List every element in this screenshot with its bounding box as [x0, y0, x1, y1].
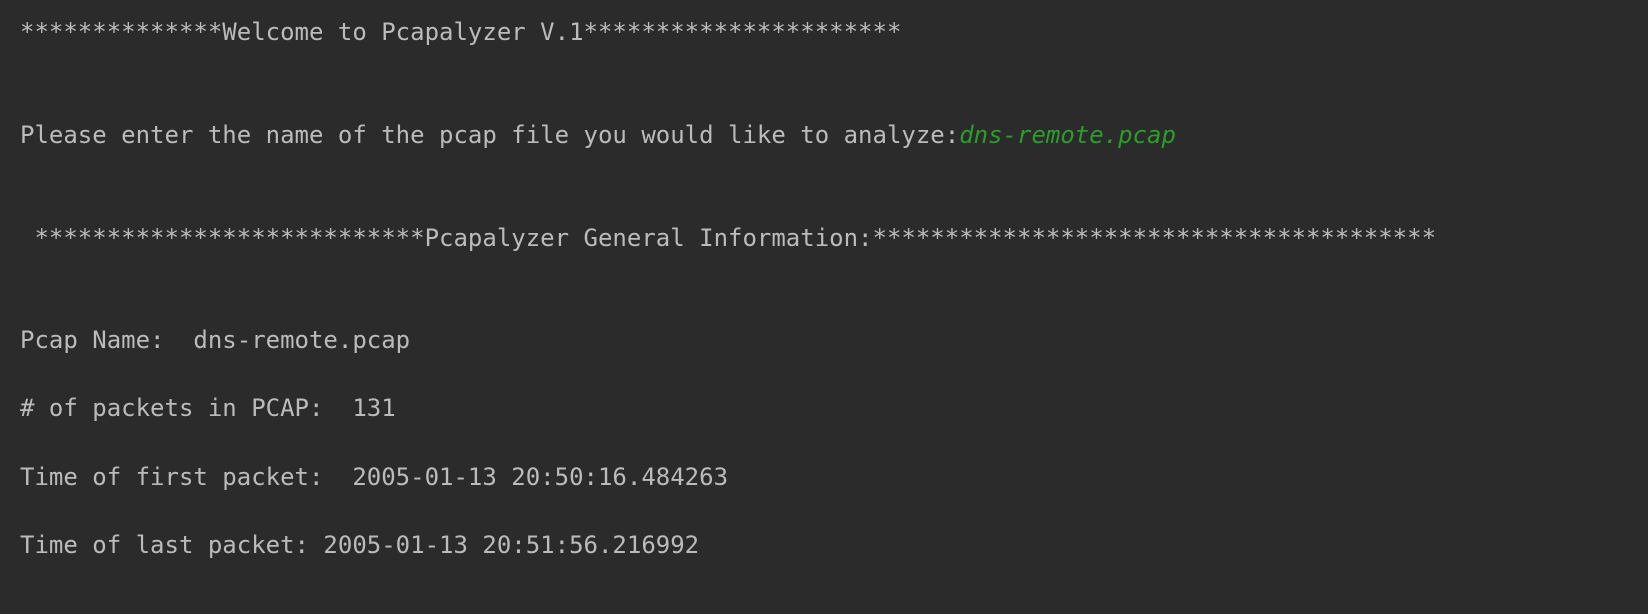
packet-count-line: # of packets in PCAP: 131 — [20, 394, 396, 422]
file-name-input[interactable]: dns-remote.pcap — [959, 121, 1176, 149]
first-packet-time-line: Time of first packet: 2005-01-13 20:50:1… — [20, 463, 729, 491]
file-prompt-line: Please enter the name of the pcap file y… — [20, 119, 1176, 151]
pcap-name-line: Pcap Name: dns-remote.pcap — [20, 326, 411, 354]
welcome-banner: **************Welcome to Pcapalyzer V.1*… — [20, 18, 902, 46]
general-info-header: ***************************Pcapalyzer Ge… — [20, 224, 1437, 252]
file-prompt-label: Please enter the name of the pcap file y… — [20, 121, 960, 149]
last-packet-time-line: Time of last packet: 2005-01-13 20:51:56… — [20, 531, 700, 559]
console-output[interactable]: **************Welcome to Pcapalyzer V.1*… — [0, 0, 1648, 614]
